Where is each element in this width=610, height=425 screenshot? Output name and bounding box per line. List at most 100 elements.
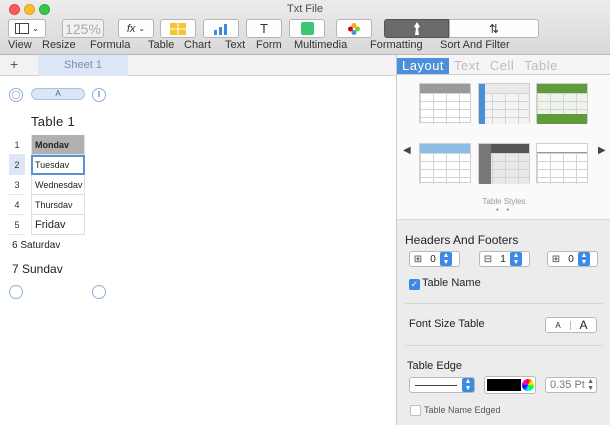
stepper-arrows-icon[interactable]: ▲ ▼ [587,378,596,392]
tab-layout[interactable]: Layout [397,58,450,74]
table-name-label: Table Name [422,277,481,289]
chevron-down-icon: ⌄ [32,24,39,33]
header-rows-value: 0 [430,253,436,265]
table-style-thumb[interactable] [478,83,530,124]
zoom-value: 125% [65,20,101,37]
table-name-edged-label: Table Name Edged [424,405,501,415]
font-size-buttons: A A [545,317,597,333]
table-cell[interactable]: Thursdav [31,195,85,215]
sheet-tab[interactable]: Sheet 1 [38,55,128,76]
header-rows-icon: ⊞ [413,253,423,265]
sheet-canvas[interactable]: ◯ A ‖ Table 1 1 2 3 4 5 Mondav Tuesdav W… [0,76,396,425]
table-style-thumb[interactable] [478,143,530,184]
table-edge-title: Table Edge [407,360,463,372]
column-resize-handle[interactable]: ‖ [92,88,106,102]
table-row-6[interactable]: 6 Saturdav [12,240,60,251]
formatting-button[interactable] [384,19,449,38]
sort-filter-button[interactable]: ⇅ [449,19,539,38]
table-styles-panel: ◀ ▶ Table Styles • • [397,75,610,220]
text-icon: T [260,21,268,36]
table-style-thumb[interactable] [536,143,588,184]
chevron-right-icon[interactable]: ▶ [598,145,606,156]
chevron-left-icon[interactable]: ◀ [403,145,411,156]
page-dots[interactable]: • • [397,207,610,214]
format-inspector: Layout Text Cell Table ◀ ▶ Table Styles … [396,55,610,425]
font-smaller-button[interactable]: A [546,320,572,330]
window-title: Txt File [286,3,324,15]
table-cell[interactable]: Wednesdav [31,175,85,195]
stepper-arrows-icon[interactable]: ▲ ▼ [462,378,474,392]
table-styles-label: Table Styles [482,197,526,206]
stroke-width-field[interactable]: 0.35 Pt ▲ ▼ [545,377,597,393]
tab-cell[interactable]: Cell [485,58,519,74]
format-brush-icon [413,22,420,35]
toolbar-label-resize: Resize [42,39,76,51]
divider [405,303,603,304]
header-columns-value: 1 [500,253,506,265]
table-cells: Mondav Tuesdav Wednesdav Thursdav Fridav [31,135,85,235]
table-row-7[interactable]: 7 Sundav [12,262,63,276]
toolbar-label-view: View [8,39,32,51]
row-header-4[interactable]: 4 [9,195,25,215]
stepper-arrows-icon[interactable]: ▲ ▼ [440,252,452,266]
sort-icon: ⇅ [488,21,500,36]
add-sheet-button[interactable]: + [10,56,18,72]
chart-button[interactable] [203,19,239,38]
sheet-tab-bar: + Sheet 1 [0,55,396,76]
header-rows-stepper[interactable]: ⊞ 0 ▲ ▼ [409,251,460,267]
view-button[interactable]: ⌄ [8,19,46,38]
titlebar-toolbar: Txt File ⌄ 125% fx ⌄ T ⇅ View Resize For… [0,0,610,55]
toolbar-label-form: Form [256,39,282,51]
toolbar-label-multimedia: Multimedia [294,39,348,51]
toolbar-label-text: Text [225,39,246,51]
media-icon [348,22,360,35]
column-header-a[interactable]: A [31,88,85,100]
zoom-button[interactable]: 125% [62,19,104,38]
table-name-checkbox[interactable]: ✓ [409,279,420,290]
row-header-2[interactable]: 2 [9,155,25,175]
table-cell[interactable]: Mondav [31,135,85,155]
chart-icon [214,23,227,35]
inspector-tabs: Layout Text Cell Table [397,55,610,75]
text-button[interactable]: T [246,19,282,38]
numbers-window: Txt File ⌄ 125% fx ⌄ T ⇅ View Resize For… [0,0,610,425]
sidebar-view-icon [15,23,30,34]
table-button[interactable] [160,19,196,38]
table-style-thumb[interactable] [536,83,588,124]
formula-button[interactable]: fx ⌄ [118,19,154,38]
font-larger-button[interactable]: A [571,318,596,332]
stroke-line-preview [415,384,457,386]
tab-table[interactable]: Table [519,58,563,74]
footer-rows-icon: ⊞ [551,253,561,265]
multimedia-button[interactable] [336,19,372,38]
toolbar-label-sort-filter: Sort And Filter [440,39,510,51]
stroke-color-swatch [487,379,521,391]
stroke-style-popup[interactable]: ▲ ▼ [409,377,475,393]
table-title[interactable]: Table 1 [31,114,75,129]
resize-table-handle[interactable] [92,285,106,299]
header-columns-stepper[interactable]: ⊟ 1 ▲ ▼ [479,251,530,267]
row-header-3[interactable]: 3 [9,175,25,195]
table-cell-selected[interactable]: Tuesdav [31,155,85,175]
tab-text[interactable]: Text [449,58,485,74]
table-style-thumb[interactable] [419,143,471,184]
table-name-edged-checkbox[interactable] [410,405,421,416]
stroke-color-well[interactable] [484,376,536,394]
stepper-arrows-icon[interactable]: ▲ ▼ [578,252,590,266]
stepper-arrows-icon[interactable]: ▲ ▼ [510,252,522,266]
divider [405,345,603,346]
add-row-handle[interactable] [9,285,23,299]
shape-button[interactable] [289,19,325,38]
table-cell[interactable]: Fridav [31,215,85,235]
color-wheel-icon[interactable] [522,379,534,391]
header-columns-icon: ⊟ [483,253,493,265]
row-headers: 1 2 3 4 5 [9,135,25,235]
headers-footers-title: Headers And Footers [405,233,519,247]
select-table-handle[interactable]: ◯ [9,88,23,102]
toolbar-label-formula: Formula [90,39,131,51]
footer-rows-stepper[interactable]: ⊞ 0 ▲ ▼ [547,251,598,267]
row-header-1[interactable]: 1 [9,135,25,155]
row-header-5[interactable]: 5 [9,215,25,235]
table-style-thumb[interactable] [419,83,471,124]
toolbar-label-chart: Chart [184,39,211,51]
